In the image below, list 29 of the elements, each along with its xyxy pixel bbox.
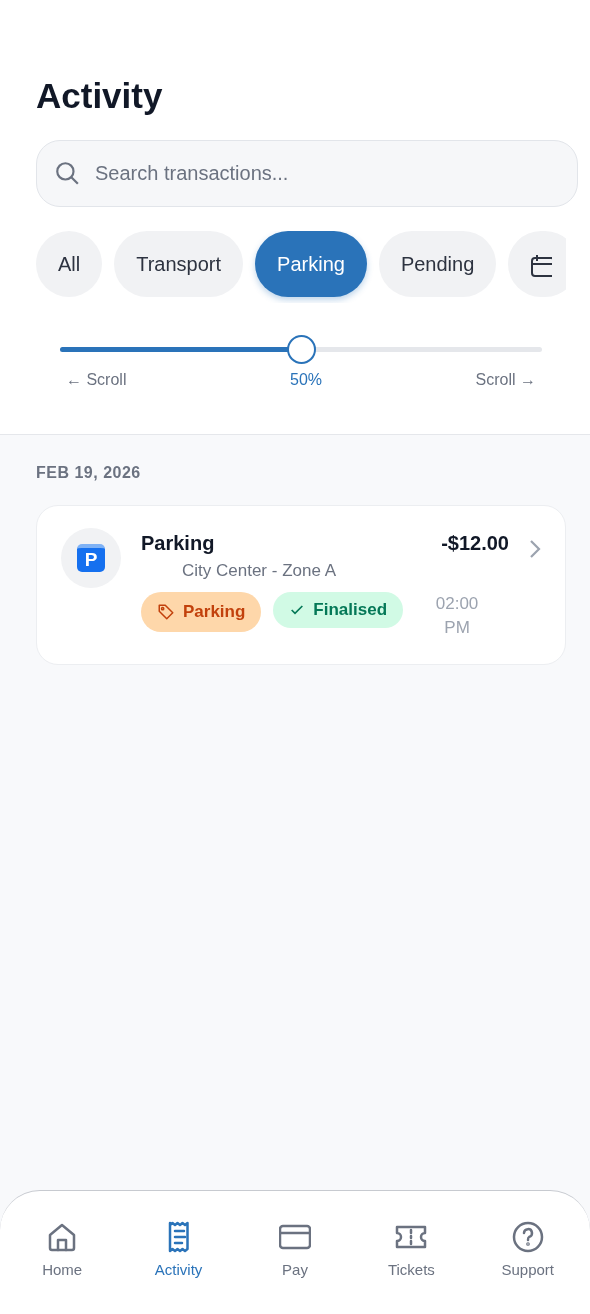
filter-chip[interactable]: Pending xyxy=(378,231,497,297)
nav-tab[interactable]: Support xyxy=(472,1201,583,1314)
chevron-right-icon xyxy=(529,538,541,559)
tag-icon xyxy=(157,602,175,621)
filter-chip[interactable]: All xyxy=(36,231,103,297)
nav-tab[interactable]: Tickets xyxy=(356,1201,467,1314)
nav-tab[interactable]: Activity xyxy=(123,1201,234,1314)
help-icon xyxy=(511,1221,544,1253)
transaction-card[interactable]: P Parking -$12.00 City Center - Zone A Parking Finalised 02:00 PM xyxy=(36,505,566,665)
filter-chip[interactable]: Parking xyxy=(255,231,367,297)
nav-tab[interactable]: Pay xyxy=(239,1201,350,1314)
date-heading: FEB 19, 2026 xyxy=(36,463,142,483)
transaction-amount: -$12.00 xyxy=(441,531,509,556)
parking-sign-icon: P xyxy=(77,544,105,572)
scroll-left-label: ← Scroll xyxy=(66,370,127,390)
search-field[interactable]: Search transactions... xyxy=(36,140,578,207)
transaction-time: 02:00 PM xyxy=(434,592,480,639)
search-icon xyxy=(54,160,80,186)
calendar-chip[interactable] xyxy=(508,231,566,297)
scroll-percentage: 50% xyxy=(290,370,322,390)
page-title: Activity xyxy=(36,75,164,117)
filter-chip[interactable]: Transport xyxy=(114,231,244,297)
calendar-icon xyxy=(530,253,553,278)
transaction-location: City Center - Zone A xyxy=(182,560,337,582)
scroll-right-label: Scroll → xyxy=(475,370,536,390)
category-tag: Parking xyxy=(141,591,262,632)
transaction-title: Parking xyxy=(141,531,215,556)
status-tag: Finalised xyxy=(273,591,404,628)
nav-tab[interactable]: Home xyxy=(7,1201,118,1314)
